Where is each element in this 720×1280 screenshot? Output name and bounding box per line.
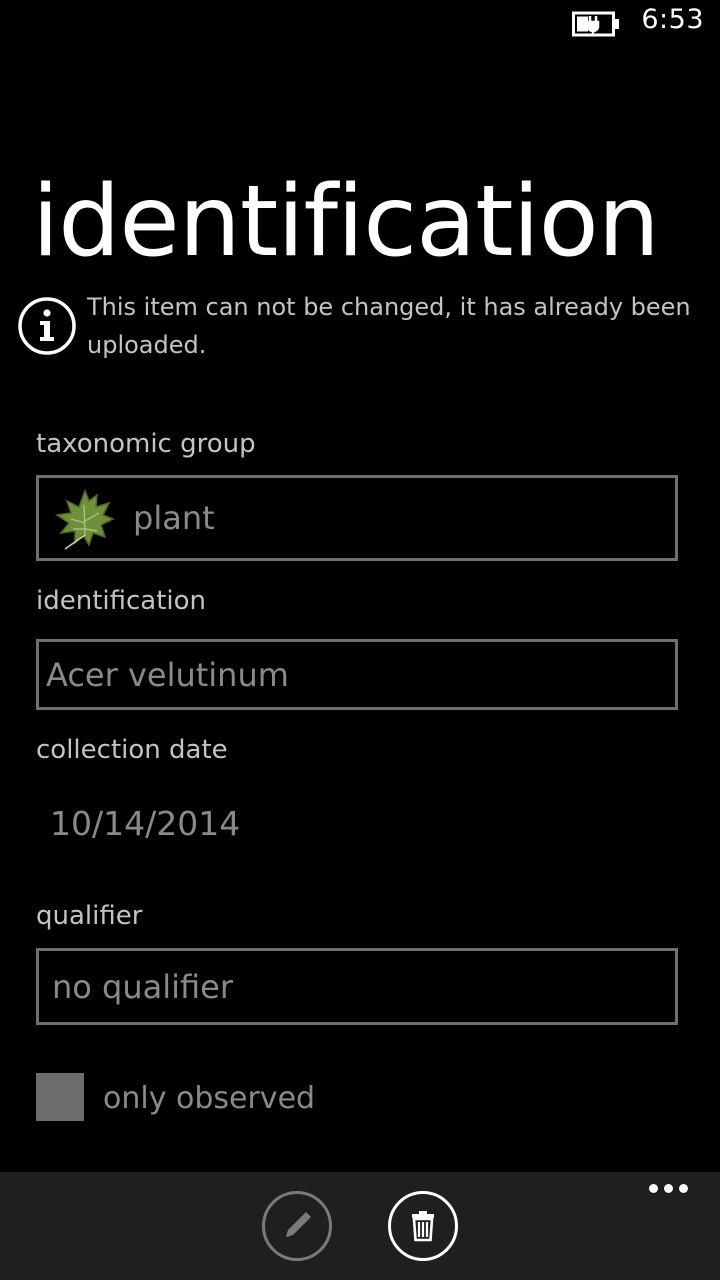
app-bar	[0, 1172, 720, 1280]
status-bar: 6:53	[0, 0, 720, 46]
taxonomic-group-label: taxonomic group	[36, 429, 256, 459]
identification-value: Acer velutinum	[46, 655, 289, 694]
collection-date-picker[interactable]: 10/14/2014	[50, 800, 240, 848]
identification-field[interactable]: Acer velutinum	[36, 639, 678, 710]
delete-button[interactable]	[388, 1191, 458, 1261]
notice-text: This item can not be changed, it has alr…	[87, 293, 691, 359]
more-dots-icon[interactable]	[649, 1184, 688, 1193]
dot	[649, 1184, 658, 1193]
qualifier-label: qualifier	[36, 901, 143, 931]
page-title: identification	[32, 165, 660, 279]
trash-icon	[412, 1211, 434, 1242]
qualifier-value: no qualifier	[52, 967, 234, 1006]
battery-charging-icon	[572, 11, 619, 37]
collection-date-label: collection date	[36, 735, 228, 765]
qualifier-picker[interactable]: no qualifier	[36, 948, 678, 1025]
edit-button[interactable]	[262, 1191, 332, 1261]
leaf-icon	[54, 488, 115, 550]
only-observed-label: only observed	[103, 1081, 316, 1116]
only-observed-checkbox[interactable]	[36, 1073, 84, 1121]
dot	[679, 1184, 688, 1193]
dot	[664, 1184, 673, 1193]
taxonomic-group-value: plant	[133, 499, 215, 537]
info-icon	[18, 297, 76, 355]
pencil-icon	[286, 1212, 311, 1237]
identification-label: identification	[36, 586, 207, 616]
taxonomic-group-picker[interactable]: plant	[36, 475, 678, 561]
status-time: 6:53	[641, 4, 704, 35]
